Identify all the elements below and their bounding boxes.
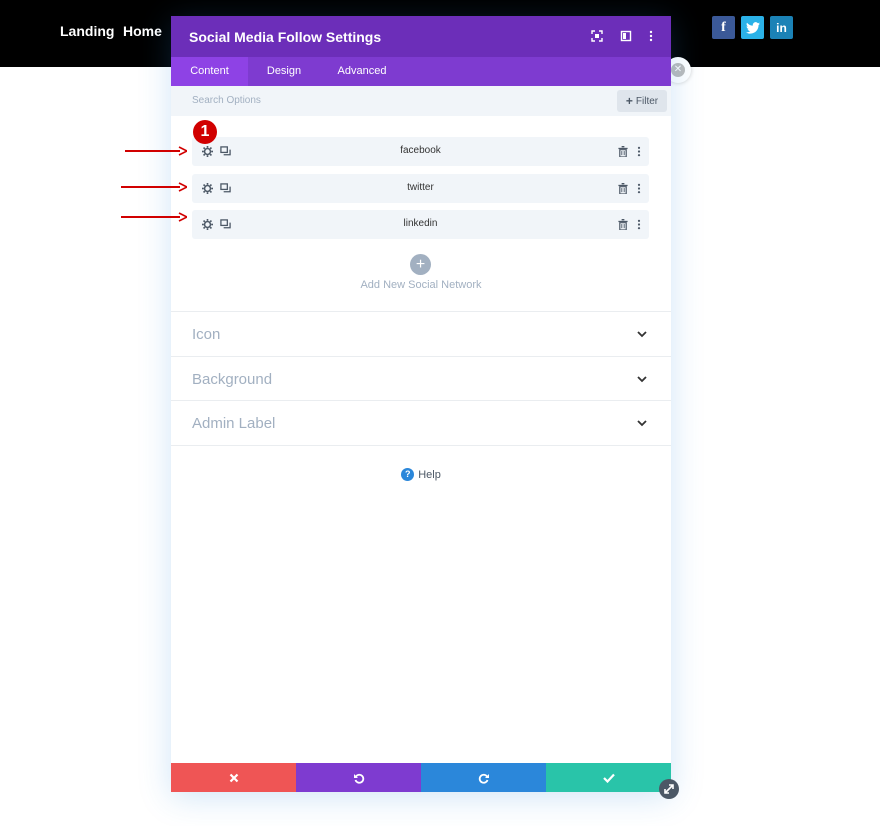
divider (171, 445, 671, 446)
toggle-label: Background (192, 371, 273, 388)
toggle-label: Icon (192, 326, 221, 343)
add-network-label[interactable]: Add New Social Network (171, 279, 671, 291)
close-icon: ✕ (671, 63, 685, 77)
modal-title: Social Media Follow Settings (189, 29, 382, 45)
help-label: Help (418, 468, 441, 481)
search-bar: Search Options + Filter (171, 86, 671, 116)
network-label: facebook (400, 145, 441, 156)
trash-icon[interactable] (617, 182, 629, 194)
search-input[interactable]: Search Options (192, 95, 261, 106)
tab-advanced[interactable]: Advanced (320, 57, 404, 86)
network-item-facebook[interactable]: facebook (192, 137, 649, 166)
close-icon (229, 773, 238, 782)
modal-header: Social Media Follow Settings (171, 16, 671, 57)
twitter-icon[interactable] (741, 16, 764, 39)
nav-landing[interactable]: Landing (60, 23, 114, 39)
toggle-admin-label[interactable]: Admin Label (171, 400, 671, 444)
annotation-badge: 1 (193, 120, 217, 144)
network-item-linkedin[interactable]: linkedin (192, 210, 649, 239)
help-link[interactable]: ? Help (171, 468, 671, 481)
tab-content[interactable]: Content (171, 57, 248, 86)
modal-footer (171, 763, 671, 792)
more-options-icon[interactable] (633, 182, 645, 194)
trash-icon[interactable] (617, 218, 629, 230)
filter-button[interactable]: + Filter (617, 90, 667, 112)
tab-bar: Content Design Advanced (171, 57, 671, 86)
tab-design[interactable]: Design (248, 57, 320, 86)
expand-icon[interactable] (590, 29, 604, 43)
settings-modal: Social Media Follow Settings Content Des… (171, 16, 671, 792)
resize-icon (664, 784, 674, 794)
trash-icon[interactable] (617, 145, 629, 157)
chevron-down-icon (636, 327, 650, 341)
more-options-icon[interactable] (644, 29, 658, 43)
chevron-down-icon (636, 372, 650, 386)
network-label: twitter (407, 182, 434, 193)
network-item-twitter[interactable]: twitter (192, 174, 649, 203)
split-view-icon[interactable] (619, 29, 633, 43)
resize-handle[interactable] (659, 779, 679, 799)
redo-button[interactable] (421, 763, 546, 792)
nav-home[interactable]: Home (123, 23, 162, 39)
cancel-button[interactable] (171, 763, 296, 792)
help-icon: ? (401, 468, 415, 481)
network-label: linkedin (403, 218, 438, 229)
annotation-arrow (125, 146, 187, 156)
redo-icon (478, 773, 489, 784)
facebook-icon[interactable]: f (712, 16, 735, 39)
linkedin-icon[interactable]: in (770, 16, 793, 39)
toggle-icon[interactable]: Icon (171, 311, 671, 355)
chevron-down-icon (636, 416, 650, 430)
plus-icon: + (625, 94, 633, 108)
undo-button[interactable] (296, 763, 421, 792)
annotation-arrow (121, 182, 187, 192)
add-network-button[interactable]: + (410, 254, 431, 275)
filter-label: Filter (635, 95, 659, 107)
save-button[interactable] (546, 763, 671, 792)
check-icon (602, 773, 615, 783)
undo-icon (353, 773, 364, 784)
more-options-icon[interactable] (633, 218, 645, 230)
toggle-label: Admin Label (192, 415, 276, 432)
annotation-arrow (121, 212, 187, 222)
more-options-icon[interactable] (633, 145, 645, 157)
toggle-background[interactable]: Background (171, 356, 671, 400)
